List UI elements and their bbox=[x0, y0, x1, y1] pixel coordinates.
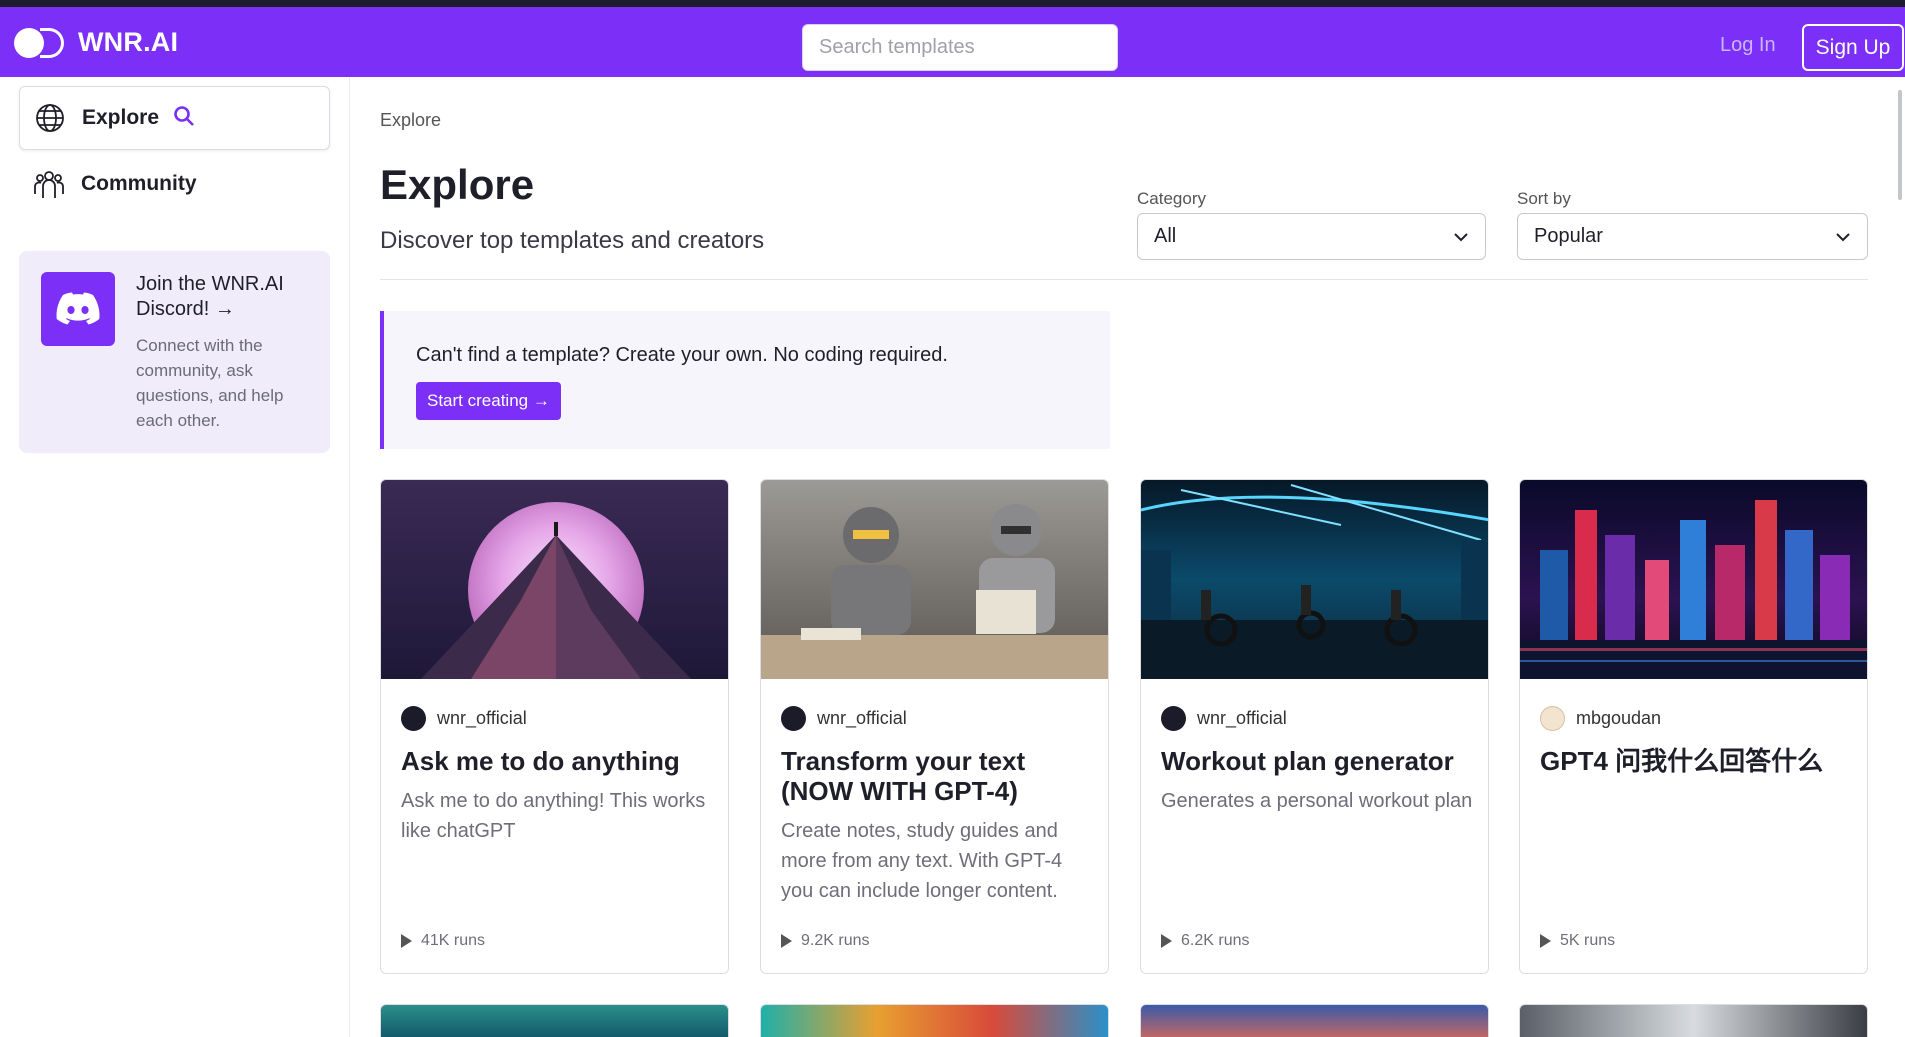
page-subtitle: Discover top templates and creators bbox=[380, 227, 765, 254]
scrollbar[interactable] bbox=[1898, 90, 1902, 200]
discord-description: Connect with the community, ask question… bbox=[136, 336, 284, 430]
card-title: Transform your text (NOW WITH GPT-4) bbox=[781, 746, 1026, 806]
brand-name: WNR.AI bbox=[78, 26, 179, 57]
template-thumbnail bbox=[381, 480, 728, 679]
author-name: wnr_official bbox=[1197, 708, 1287, 728]
avatar bbox=[781, 706, 806, 731]
template-thumbnail bbox=[761, 480, 1108, 679]
card-author[interactable]: wnr_official bbox=[401, 706, 527, 731]
signup-button[interactable]: Sign Up bbox=[1802, 24, 1904, 71]
login-link[interactable]: Log In bbox=[1720, 34, 1776, 57]
runs-count: 5K runs bbox=[1560, 932, 1616, 949]
sidebar-item-explore[interactable]: Explore bbox=[19, 86, 330, 150]
play-icon bbox=[1540, 934, 1551, 948]
play-icon bbox=[401, 934, 412, 948]
avatar bbox=[1540, 706, 1565, 731]
card-title: Workout plan generator bbox=[1161, 746, 1454, 776]
card-author[interactable]: wnr_official bbox=[781, 706, 907, 731]
category-select[interactable]: All bbox=[1137, 213, 1486, 260]
card-description: Ask me to do anything! This works like c… bbox=[401, 790, 706, 842]
template-card[interactable]: wnr_official Workout plan generator Gene… bbox=[1140, 479, 1489, 974]
brand-logo[interactable]: WNR.AI bbox=[14, 25, 178, 59]
page-title: Explore bbox=[380, 161, 535, 208]
runs-count: 6.2K runs bbox=[1181, 932, 1250, 949]
sort-value: Popular bbox=[1534, 225, 1603, 247]
author-name: mbgoudan bbox=[1576, 708, 1662, 728]
card-runs: 5K runs bbox=[1540, 932, 1615, 950]
brand-mark-icon bbox=[14, 25, 66, 59]
runs-count: 41K runs bbox=[421, 932, 486, 949]
template-thumbnail bbox=[1141, 480, 1488, 679]
card-title: GPT4 问我什么回答什么 bbox=[1540, 746, 1824, 776]
category-label: Category bbox=[1137, 189, 1206, 208]
template-card[interactable] bbox=[760, 1004, 1109, 1037]
card-author[interactable]: mbgoudan bbox=[1540, 706, 1661, 731]
template-card[interactable]: wnr_official Transform your text (NOW WI… bbox=[760, 479, 1109, 974]
start-creating-button[interactable]: Start creating → bbox=[416, 382, 561, 420]
runs-count: 9.2K runs bbox=[801, 932, 870, 949]
main-content: Explore Explore Discover top templates a… bbox=[380, 77, 1870, 1037]
divider bbox=[380, 279, 1868, 280]
template-card[interactable]: mbgoudan GPT4 问我什么回答什么 5K runs bbox=[1519, 479, 1868, 974]
search-icon bbox=[173, 105, 195, 132]
template-card[interactable] bbox=[1519, 1004, 1868, 1037]
card-description: Create notes, study guides and more from… bbox=[781, 820, 1063, 902]
sidebar-item-label: Community bbox=[81, 172, 197, 195]
sidebar: Explore Community Join the WNR.AI Discor… bbox=[0, 77, 350, 1037]
globe-icon bbox=[34, 102, 66, 134]
sort-label: Sort by bbox=[1517, 189, 1571, 208]
callout-text: Can't find a template? Create your own. … bbox=[416, 344, 948, 366]
create-template-callout: Can't find a template? Create your own. … bbox=[380, 311, 1110, 449]
card-author[interactable]: wnr_official bbox=[1161, 706, 1287, 731]
top-border bbox=[0, 0, 1905, 7]
chevron-down-icon bbox=[1453, 225, 1469, 248]
template-card[interactable] bbox=[380, 1004, 729, 1037]
play-icon bbox=[1161, 934, 1172, 948]
card-title: Ask me to do anything bbox=[401, 746, 680, 776]
template-card[interactable] bbox=[1140, 1004, 1489, 1037]
category-value: All bbox=[1154, 225, 1177, 247]
author-name: wnr_official bbox=[437, 708, 527, 728]
chevron-down-icon bbox=[1835, 225, 1851, 248]
community-icon bbox=[33, 168, 65, 200]
breadcrumb[interactable]: Explore bbox=[380, 110, 441, 131]
template-thumbnail bbox=[1520, 480, 1867, 679]
card-runs: 41K runs bbox=[401, 932, 485, 950]
avatar bbox=[401, 706, 426, 731]
template-card[interactable]: wnr_official Ask me to do anything Ask m… bbox=[380, 479, 729, 974]
card-runs: 6.2K runs bbox=[1161, 932, 1249, 950]
card-description: Generates a personal workout plan bbox=[1161, 790, 1473, 812]
play-icon bbox=[781, 934, 792, 948]
discord-title: Join the WNR.AI Discord! → bbox=[136, 273, 284, 320]
sidebar-item-community[interactable]: Community bbox=[19, 152, 330, 216]
author-name: wnr_official bbox=[817, 708, 907, 728]
discord-icon bbox=[41, 272, 115, 346]
card-runs: 9.2K runs bbox=[781, 932, 869, 950]
search-input[interactable] bbox=[802, 24, 1118, 71]
navbar: WNR.AI Log In Sign Up bbox=[0, 7, 1905, 77]
discord-banner[interactable]: Join the WNR.AI Discord! → Connect with … bbox=[19, 251, 330, 453]
sidebar-item-label: Explore bbox=[82, 106, 160, 129]
sort-select[interactable]: Popular bbox=[1517, 213, 1868, 260]
avatar bbox=[1161, 706, 1186, 731]
